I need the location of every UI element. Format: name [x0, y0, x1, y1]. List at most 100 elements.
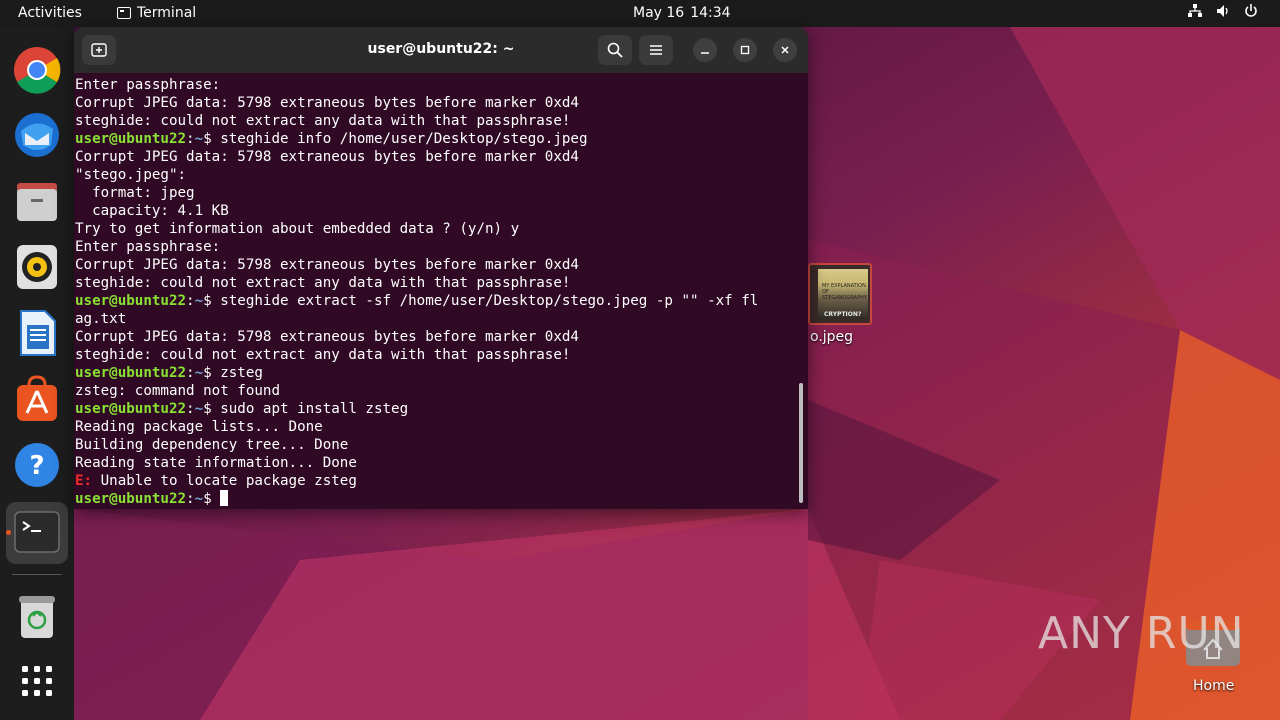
trash-icon[interactable]	[13, 592, 61, 640]
terminal-output-line: "stego.jpeg":	[75, 167, 187, 183]
power-icon[interactable]	[1244, 4, 1258, 18]
prompt-dollar: $	[203, 131, 212, 147]
app-center-icon[interactable]	[13, 375, 61, 423]
thunderbird-icon[interactable]	[13, 111, 61, 159]
terminal-command-line: user@ubuntu22:~$ steghide extract -sf /h…	[75, 292, 758, 310]
prompt-path: ~	[194, 365, 204, 381]
terminal-output-line: Enter passphrase:	[75, 77, 221, 93]
desktop-file-label[interactable]: o.jpeg	[810, 329, 853, 345]
system-tray[interactable]	[1188, 4, 1258, 18]
terminal-output-line: Corrupt JPEG data: 5798 extraneous bytes…	[75, 149, 579, 165]
clock[interactable]: May 16 14:34	[633, 5, 731, 21]
terminal-output-line: steghide: could not extract any data wit…	[75, 113, 571, 129]
prompt-user: user@ubuntu22	[75, 365, 187, 381]
prompt-path: ~	[194, 491, 204, 507]
terminal-output-line: Reading state information... Done	[75, 455, 357, 471]
close-icon	[781, 46, 789, 54]
terminal-cursor	[220, 490, 229, 506]
terminal-output-line: Corrupt JPEG data: 5798 extraneous bytes…	[75, 95, 579, 111]
terminal-command-line: user@ubuntu22:~$	[75, 490, 229, 508]
terminal-scrollbar[interactable]	[799, 383, 803, 503]
search-icon	[607, 42, 623, 58]
show-apps-icon[interactable]	[13, 657, 61, 705]
close-button[interactable]	[773, 38, 797, 62]
terminal-output-line: Corrupt JPEG data: 5798 extraneous bytes…	[75, 329, 579, 345]
terminal-output-line: steghide: could not extract any data wit…	[75, 347, 571, 363]
command-text: zsteg	[211, 365, 263, 381]
command-text: sudo apt install zsteg	[211, 401, 409, 417]
clock-time: 14:34	[690, 5, 731, 21]
command-text: steghide info /home/user/Desktop/stego.j…	[211, 131, 588, 147]
error-prefix: E:	[75, 473, 93, 489]
prompt-dollar: $	[203, 365, 212, 381]
running-indicator	[6, 530, 11, 535]
terminal-output-line: zsteg: command not found	[75, 383, 280, 399]
terminal-output-line: Corrupt JPEG data: 5798 extraneous bytes…	[75, 257, 579, 273]
terminal-error-line: E: Unable to locate package zsteg	[75, 472, 357, 490]
prompt-dollar: $	[203, 491, 212, 507]
home-folder-label[interactable]: Home	[1193, 678, 1234, 694]
desktop-file-stego-thumbnail[interactable]: MY EXPLANATION OF STEGANOGRAPHY CRYPTION…	[808, 263, 872, 325]
volume-icon[interactable]	[1216, 4, 1230, 18]
chrome-icon[interactable]	[13, 46, 61, 94]
prompt-user: user@ubuntu22	[75, 293, 187, 309]
watermark-text: ANY RUN	[1038, 608, 1245, 659]
error-text: Unable to locate package zsteg	[92, 473, 357, 489]
command-text: steghide extract -sf /home/user/Desktop/…	[211, 293, 759, 309]
terminal-output[interactable]: Enter passphrase: Corrupt JPEG data: 5798…	[74, 73, 808, 509]
prompt-user: user@ubuntu22	[75, 491, 187, 507]
terminal-window[interactable]: user@ubuntu22: ~ Enter passphrase: Corrup…	[74, 27, 808, 509]
top-bar: Activities Terminal May 16 14:34	[0, 0, 1280, 27]
prompt-user: user@ubuntu22	[75, 401, 187, 417]
svg-text:?: ?	[29, 451, 44, 481]
command-text	[212, 491, 221, 507]
terminal-output-line: ag.txt	[75, 311, 127, 327]
network-icon[interactable]	[1188, 4, 1202, 18]
activities-button[interactable]: Activities	[18, 5, 82, 21]
prompt-dollar: $	[203, 293, 212, 309]
terminal-output-line: Try to get information about embedded da…	[75, 221, 520, 237]
hamburger-menu-icon	[650, 45, 662, 55]
prompt-path: ~	[194, 131, 204, 147]
minimize-icon	[701, 52, 709, 54]
image-thumbnail: MY EXPLANATION OF STEGANOGRAPHY CRYPTION…	[818, 269, 868, 319]
prompt-separator: :	[186, 401, 195, 417]
dock: ?	[0, 27, 74, 720]
prompt-user: user@ubuntu22	[75, 131, 187, 147]
terminal-output-line: steghide: could not extract any data wit…	[75, 275, 571, 291]
help-icon[interactable]: ?	[13, 441, 61, 489]
writer-icon[interactable]	[13, 309, 61, 357]
prompt-separator: :	[186, 293, 195, 309]
app-menu[interactable]: Terminal	[117, 5, 196, 21]
terminal-output-line: format: jpeg	[75, 185, 195, 201]
terminal-output-line: Enter passphrase:	[75, 239, 221, 255]
prompt-path: ~	[194, 401, 204, 417]
terminal-app-icon	[117, 7, 131, 19]
prompt-dollar: $	[203, 401, 212, 417]
anyrun-watermark: ANY RUN	[1038, 608, 1245, 659]
maximize-button[interactable]	[733, 38, 757, 62]
prompt-path: ~	[194, 293, 204, 309]
maximize-icon	[740, 45, 750, 55]
terminal-header-bar[interactable]: user@ubuntu22: ~	[74, 27, 808, 73]
clock-date: May 16	[633, 5, 685, 21]
terminal-output-line: Reading package lists... Done	[75, 419, 323, 435]
terminal-command-line: user@ubuntu22:~$ steghide info /home/use…	[75, 130, 588, 148]
app-menu-label: Terminal	[137, 5, 197, 21]
menu-button[interactable]	[639, 35, 673, 65]
thumb-text-line: CRYPTION?	[824, 311, 862, 318]
terminal-output-line: capacity: 4.1 KB	[75, 203, 229, 219]
terminal-command-line: user@ubuntu22:~$ sudo apt install zsteg	[75, 400, 408, 418]
dock-separator	[12, 574, 62, 575]
prompt-separator: :	[186, 491, 195, 507]
files-icon[interactable]	[13, 177, 61, 225]
thumb-text-line: OF STEGANOGRAPHY	[822, 289, 867, 301]
rhythmbox-icon[interactable]	[13, 243, 61, 291]
prompt-separator: :	[186, 131, 195, 147]
terminal-command-line: user@ubuntu22:~$ zsteg	[75, 364, 263, 382]
terminal-icon[interactable]	[13, 508, 61, 556]
terminal-output-line: Building dependency tree... Done	[75, 437, 349, 453]
minimize-button[interactable]	[693, 38, 717, 62]
prompt-separator: :	[186, 365, 195, 381]
search-button[interactable]	[598, 35, 632, 65]
